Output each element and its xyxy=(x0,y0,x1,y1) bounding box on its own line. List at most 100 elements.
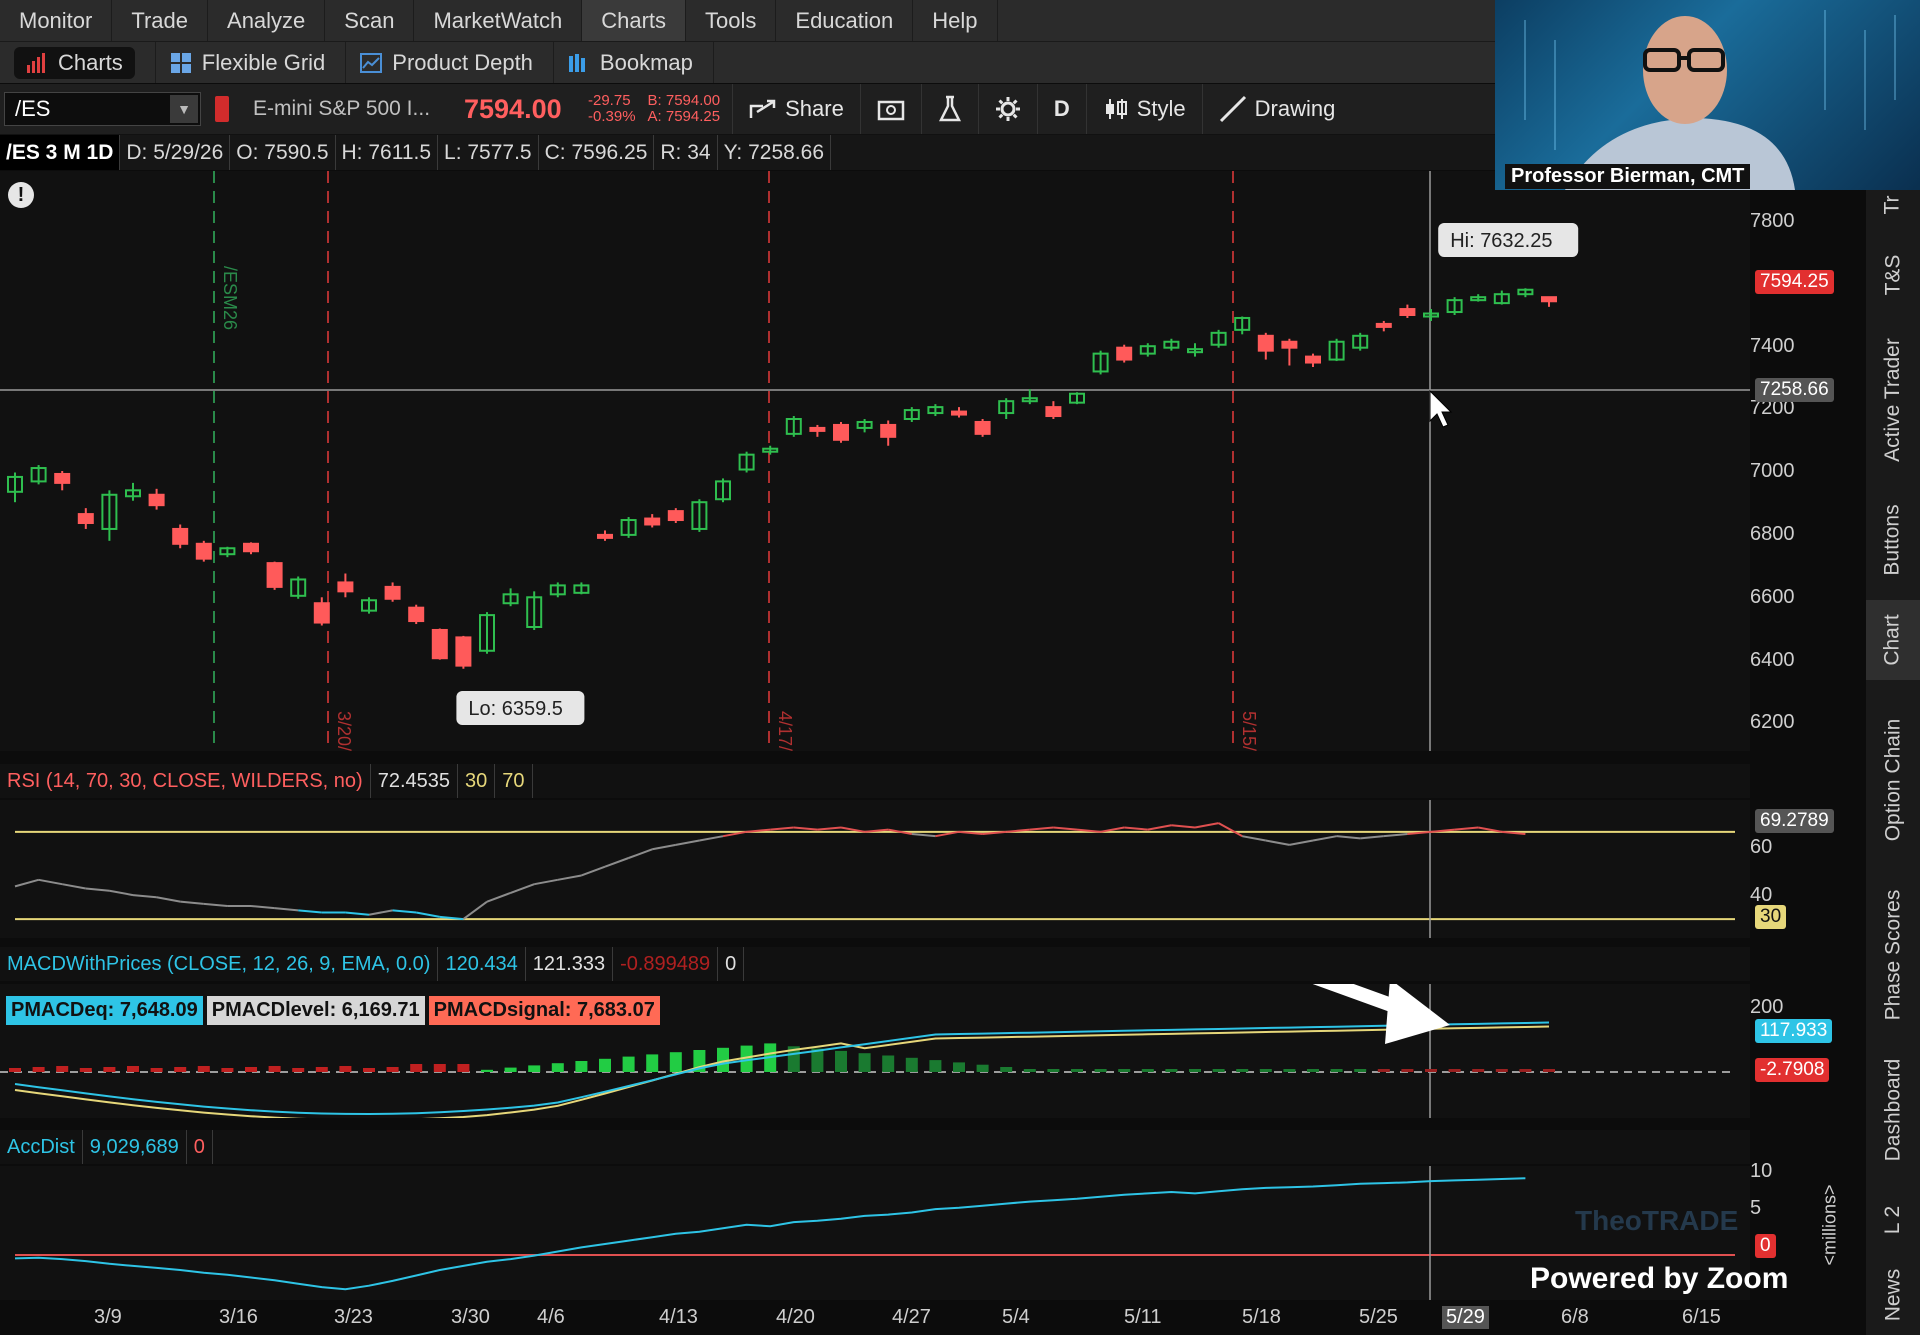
symbol-input[interactable]: /ES ▼ xyxy=(4,92,201,126)
accdist-chart[interactable] xyxy=(0,1166,1750,1300)
macd-histogram-bar xyxy=(1354,1069,1367,1072)
screenshot-button[interactable] xyxy=(859,84,921,134)
macd-y-tick: 200 xyxy=(1750,996,1784,1018)
menu-item-tools[interactable]: Tools xyxy=(686,0,777,41)
style-button[interactable]: Style xyxy=(1085,84,1202,134)
rsi-line-segment xyxy=(817,826,842,831)
rsi-line-segment xyxy=(250,905,275,910)
rsi-chart[interactable] xyxy=(0,800,1750,938)
macd-histogram-bar xyxy=(599,1058,611,1072)
menu-item-analyze[interactable]: Analyze xyxy=(208,0,326,41)
sidebar-tab-label: Chart xyxy=(1880,614,1904,666)
sidebar-tab-chart[interactable]: Chart xyxy=(1866,600,1920,680)
subtab-bookmap[interactable]: Bookmap xyxy=(554,42,714,83)
rsi-line-segment xyxy=(298,909,322,914)
style-label: Style xyxy=(1136,96,1186,121)
macd-histogram-bar xyxy=(646,1054,659,1072)
rsi-line-segment xyxy=(1265,839,1290,846)
chevron-down-icon[interactable]: ▼ xyxy=(170,95,198,123)
sidebar-tab-label: Active Trader xyxy=(1881,338,1904,462)
rsi-line-segment xyxy=(911,833,936,838)
candle-body xyxy=(597,533,613,539)
menu-item-monitor[interactable]: Monitor xyxy=(0,0,113,41)
sidebar-tab-active-trader[interactable]: Active Trader xyxy=(1866,320,1920,480)
rsi-y-tick: 60 xyxy=(1750,836,1773,858)
candle-body xyxy=(1305,355,1321,364)
rsi-line-segment xyxy=(1218,822,1243,838)
price-y-tick: 7000 xyxy=(1750,460,1795,482)
annotation-arrow-head xyxy=(1385,979,1450,1044)
x-axis-tick-label: 3/16 xyxy=(219,1306,258,1328)
sidebar-tab-tr[interactable]: Tr xyxy=(1866,190,1920,220)
candle-body xyxy=(1281,340,1298,349)
cursor-price-label: 7258.66 xyxy=(1755,378,1834,402)
price-y-tick: 7400 xyxy=(1750,335,1795,357)
drawing-button[interactable]: Drawing xyxy=(1201,84,1352,134)
accdist-y-tick: 10 xyxy=(1750,1160,1773,1182)
candle-body xyxy=(431,628,448,660)
rsi-line-segment xyxy=(1029,826,1054,831)
x-axis-tick-label: 4/13 xyxy=(659,1306,698,1328)
rsi-line-segment xyxy=(416,911,440,918)
bar-high: H: 7611.5 xyxy=(336,135,439,170)
studies-button[interactable] xyxy=(920,84,978,134)
aggregation-label: D xyxy=(1053,96,1070,121)
sidebar-tab-news[interactable]: News xyxy=(1866,1260,1920,1330)
menu-item-charts[interactable]: Charts xyxy=(582,0,687,41)
rsi-line-segment xyxy=(62,883,86,890)
x-axis-tick-label: 5/25 xyxy=(1359,1306,1398,1328)
accdist-header: AccDist 9,029,689 0 xyxy=(0,1130,1750,1164)
menu-item-marketwatch[interactable]: MarketWatch xyxy=(414,0,583,41)
macd-histogram-bar xyxy=(1307,1069,1319,1072)
macd-histogram-bar xyxy=(669,1052,682,1072)
alert-icon[interactable]: ! xyxy=(8,182,34,208)
candle-body xyxy=(408,606,425,623)
aggregation-button[interactable]: D xyxy=(1036,84,1086,134)
sidebar-tab-ts[interactable]: T&S xyxy=(1866,240,1920,310)
sidebar-tab-l2[interactable]: L 2 xyxy=(1866,1190,1920,1250)
price-chart[interactable]: /ESM26 3/20/26 4/17/26 5/15/26 Hi: 7632.25 Lo… xyxy=(0,171,1750,771)
price-y-tick: 6200 xyxy=(1750,711,1795,733)
candle-body xyxy=(337,581,354,593)
rsi-line-segment xyxy=(557,874,582,881)
subtab-flexible-grid[interactable]: Flexible Grid xyxy=(156,42,347,83)
sidebar-tab-buttons[interactable]: Buttons xyxy=(1866,490,1920,590)
rsi-line-segment xyxy=(1053,826,1078,831)
candle-body xyxy=(455,636,472,667)
rsi-overbought: 70 xyxy=(495,764,533,798)
macd-histogram-bar xyxy=(1047,1069,1060,1072)
rsi-line-segment xyxy=(203,902,228,907)
rsi-line-segment xyxy=(345,911,370,916)
settings-button[interactable] xyxy=(977,84,1037,134)
macd-histogram-bar xyxy=(1236,1069,1249,1072)
net-change: -29.75 -0.39% xyxy=(588,93,636,125)
menu-item-trade[interactable]: Trade xyxy=(112,0,209,41)
menu-item-education[interactable]: Education xyxy=(776,0,914,41)
macd-histogram-bar xyxy=(315,1067,328,1072)
menu-item-help[interactable]: Help xyxy=(913,0,998,41)
macd-histogram-bar xyxy=(1425,1069,1437,1072)
menu-item-scan[interactable]: Scan xyxy=(325,0,415,41)
link-flag-icon[interactable] xyxy=(215,96,229,122)
x-axis-tick-label: 4/27 xyxy=(892,1306,931,1328)
sidebar-tab-phase-scores[interactable]: Phase Scores xyxy=(1866,875,1920,1035)
macd-histogram-bar xyxy=(481,1069,493,1072)
rsi-line-segment xyxy=(604,857,629,868)
sidebar-tab-option-chain[interactable]: Option Chain xyxy=(1866,700,1920,860)
rsi-line-segment xyxy=(1124,826,1148,831)
sidebar-tab-dashboard[interactable]: Dashboard xyxy=(1866,1045,1920,1175)
accdist-title[interactable]: AccDist xyxy=(0,1130,83,1164)
subtab-label: Flexible Grid xyxy=(201,49,326,75)
pencil-line-icon xyxy=(1219,95,1246,123)
rsi-line-segment xyxy=(793,826,818,831)
subtab-product-depth[interactable]: Product Depth xyxy=(346,42,554,83)
subtab-charts[interactable]: Charts xyxy=(0,42,156,83)
sidebar-tab-label: Dashboard xyxy=(1881,1058,1905,1162)
rsi-line-segment xyxy=(1147,824,1172,831)
macd-histogram-bar xyxy=(32,1067,45,1072)
candle-body xyxy=(951,410,967,416)
macd-title[interactable]: MACDWithPrices (CLOSE, 12, 26, 9, EMA, 0… xyxy=(0,947,439,981)
share-button[interactable]: Share xyxy=(732,84,860,134)
rsi-line-segment xyxy=(1360,835,1384,840)
rsi-title[interactable]: RSI (14, 70, 30, CLOSE, WILDERS, no) xyxy=(0,764,371,798)
